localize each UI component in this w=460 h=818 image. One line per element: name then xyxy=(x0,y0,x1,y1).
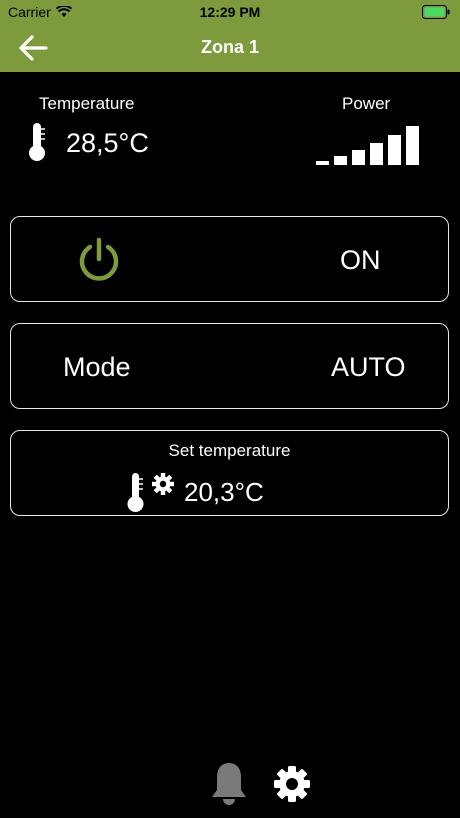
power-bar-1 xyxy=(316,161,329,165)
power-bar-5 xyxy=(388,135,401,165)
battery-icon xyxy=(422,5,450,19)
temperature-value: 28,5°C xyxy=(66,128,149,158)
status-bar: Carrier 12:29 PM xyxy=(0,0,460,24)
mode-card[interactable]: Mode AUTO xyxy=(10,323,449,409)
set-temperature-value: 20,3°C xyxy=(184,477,264,507)
power-bar-6 xyxy=(406,126,419,165)
power-icon xyxy=(75,236,123,289)
power-bar-4 xyxy=(370,143,383,165)
bell-icon xyxy=(209,760,249,813)
set-temperature-card[interactable]: Set temperature 20,3°C xyxy=(10,430,449,516)
nav-bar: Zona 1 xyxy=(0,24,460,72)
power-toggle-card[interactable]: ON xyxy=(10,216,449,302)
set-temperature-label: Set temperature xyxy=(168,441,291,460)
mode-label: Mode xyxy=(63,352,131,382)
power-bar-2 xyxy=(334,156,347,165)
page-title: Zona 1 xyxy=(200,37,259,57)
thermometer-icon xyxy=(26,122,48,167)
power-label: Power xyxy=(342,94,391,113)
temperature-label: Temperature xyxy=(39,94,135,113)
mode-value: AUTO xyxy=(331,352,406,382)
thermometer-gear-icon xyxy=(126,471,180,520)
power-level-indicator xyxy=(316,125,420,165)
power-state: ON xyxy=(340,245,381,275)
status-time: 12:29 PM xyxy=(199,4,261,20)
gear-icon[interactable] xyxy=(272,764,312,809)
power-bar-3 xyxy=(352,150,365,165)
